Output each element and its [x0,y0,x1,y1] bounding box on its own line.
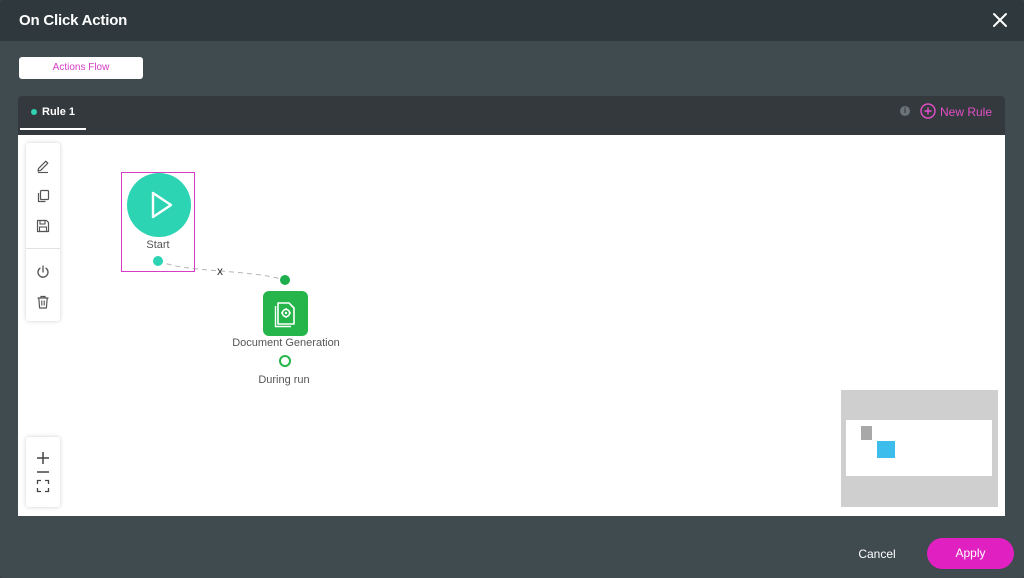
dialog-title: On Click Action [19,12,128,29]
info-icon[interactable]: i [900,106,910,116]
plus-circle-icon [920,102,936,122]
remove-link-button[interactable]: x [217,264,223,278]
close-icon[interactable] [990,10,1010,30]
document-generation-label: Document Generation [232,337,340,349]
tab-actions-flow[interactable]: Actions Flow [19,57,143,79]
dialog-titlebar: On Click Action [0,0,1024,41]
start-node-label: Start [146,239,170,251]
new-rule-button[interactable]: New Rule [920,102,993,122]
tab-rule-1[interactable]: Rule 1 [20,96,86,130]
play-icon [151,191,173,219]
minimap-document-node [877,441,895,458]
start-node[interactable] [127,173,191,237]
document-generation-node[interactable] [263,291,308,336]
document-generation-input-port[interactable] [280,275,290,285]
rule-tab-label: Rule 1 [42,106,76,118]
during-run-output-port[interactable] [279,355,291,367]
rule-status-dot [31,109,37,115]
on-click-action-dialog: On Click Action Actions Flow Rule 1 i Ne… [0,0,1024,578]
minimap-start-node [861,426,872,440]
document-gear-icon [274,302,295,328]
new-rule-label: New Rule [940,105,993,119]
flow-canvas[interactable]: Start x Document Generation During run [18,135,1005,516]
cancel-button[interactable]: Cancel [846,543,908,565]
apply-button[interactable]: Apply [927,538,1014,569]
start-output-port[interactable] [153,256,163,266]
minimap[interactable] [841,390,998,507]
during-run-label: During run [258,374,310,386]
